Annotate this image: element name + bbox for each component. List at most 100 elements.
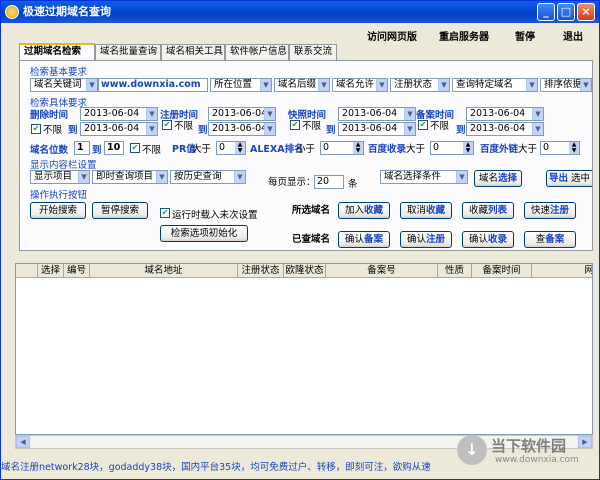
tab-batch-query[interactable]: 域名批量查询 <box>95 44 161 60</box>
chevron-down-icon: ▼ <box>318 79 329 91</box>
reg-time-from[interactable]: 2013-06-04 ▼ <box>208 107 276 121</box>
chevron-down-icon: ▼ <box>438 79 449 91</box>
baidu-index-compare: 大于 <box>406 144 426 155</box>
menu-visit-web[interactable]: 访问网页版 <box>367 28 417 43</box>
export-selected-button[interactable]: 导出 选中 <box>546 170 592 187</box>
menu-pause[interactable]: 暂停 <box>515 28 535 43</box>
section-display: 显示内容栏设置 <box>30 160 97 171</box>
keyword-type-select[interactable]: 域名关键词 ▼ <box>30 78 98 92</box>
snapshot-unlimited-checkbox[interactable]: ✔ <box>290 120 300 130</box>
reset-options-button[interactable]: 检索选项初始化 <box>160 225 248 242</box>
col-icp-time[interactable]: 备案时间 <box>472 264 532 278</box>
minimize-button[interactable]: _ <box>537 3 555 21</box>
watermark: ↓ 当下软件园 www.downxia.com <box>457 433 597 473</box>
watermark-url: www.downxia.com <box>495 455 579 465</box>
delete-unlimited-checkbox[interactable]: ✔ <box>31 124 41 134</box>
icp-time-from[interactable]: 2013-06-04 ▼ <box>466 107 544 121</box>
col-web[interactable]: 网 <box>532 264 592 278</box>
chevron-down-icon: ▼ <box>260 79 271 91</box>
menu-bar: 访问网页版 重启服务器 暂停 退出 <box>1 23 599 45</box>
pr-value-stepper[interactable]: 0 ▲ ▼ <box>216 141 246 155</box>
menu-restart-server[interactable]: 重启服务器 <box>439 28 489 43</box>
cancel-favorite-button[interactable]: 取消收藏 <box>400 202 452 219</box>
search-panel: 检索基本要求 域名关键词 ▼ www.downxia.com 所在位置 ▼ 域名后缀… <box>19 60 593 251</box>
autoload-label: 运行时载入未次设置 <box>172 210 258 221</box>
digits-from-input[interactable]: 1 <box>74 141 90 155</box>
domain-select-button[interactable]: 域名选择 <box>474 170 522 187</box>
scroll-left-icon[interactable]: ◀ <box>16 436 30 448</box>
alexa-value-stepper[interactable]: 0 ▲ ▼ <box>320 141 364 155</box>
baidu-index-stepper[interactable]: 0 ▲ ▼ <box>430 141 474 155</box>
suffix-select[interactable]: 域名后缀 ▼ <box>274 78 330 92</box>
chevron-down-icon: ▼ <box>532 123 543 135</box>
confirm-register-button[interactable]: 确认注册 <box>400 231 452 248</box>
query-type-select[interactable]: 查询特定域名 ▼ <box>452 78 538 92</box>
position-select[interactable]: 所在位置 ▼ <box>210 78 272 92</box>
digits-label: 域名位数 <box>30 145 69 156</box>
instant-items-select[interactable]: 即时查询项目 ▼ <box>92 170 168 184</box>
to-label: 到 <box>456 125 466 136</box>
quick-register-button[interactable]: 快速注册 <box>524 202 576 219</box>
app-window: 极速过期域名查询 _ □ × 访问网页版 重启服务器 暂停 退出 过期域名检索 … <box>0 0 600 480</box>
alexa-compare: 小于 <box>296 144 316 155</box>
history-select[interactable]: 按历史查询 ▼ <box>170 170 246 184</box>
allow-select[interactable]: 域名允许 ▼ <box>332 78 388 92</box>
tab-expired-search[interactable]: 过期域名检索 <box>19 43 95 60</box>
col-europe-status[interactable]: 欧隆状态 <box>284 264 326 278</box>
reg-status-select[interactable]: 注册状态 ▼ <box>390 78 450 92</box>
chevron-down-icon: ▼ <box>526 79 537 91</box>
chevron-down-icon: ▼ <box>78 171 89 183</box>
chevron-down-icon: ▼ <box>376 79 387 91</box>
section-actions: 操作执行按钮 <box>30 190 88 201</box>
chevron-down-icon: ▼ <box>404 108 415 120</box>
keyword-input[interactable]: www.downxia.com <box>98 78 208 92</box>
tab-account-info[interactable]: 软件帐户信息 <box>225 44 289 60</box>
header-cell <box>16 264 38 278</box>
select-condition-select[interactable]: 域名选择条件 ▼ <box>380 170 468 184</box>
maximize-button[interactable]: □ <box>557 3 575 21</box>
col-select[interactable]: 选择 <box>38 264 64 278</box>
menu-exit[interactable]: 退出 <box>563 28 583 43</box>
autoload-checkbox[interactable]: ✔ <box>160 208 170 218</box>
icp-time-to[interactable]: 2013-06-04 ▼ <box>466 122 544 136</box>
icp-unlimited-checkbox[interactable]: ✔ <box>418 120 428 130</box>
col-domain[interactable]: 域名地址 <box>90 264 238 278</box>
tab-contact[interactable]: 联系交流 <box>289 44 337 60</box>
col-icp-number[interactable]: 备案号 <box>326 264 438 278</box>
favorite-list-button[interactable]: 收藏列表 <box>462 202 514 219</box>
results-table[interactable]: 选择 编号 域名地址 注册状态 欧隆状态 备案号 性质 备案时间 网 <box>15 263 593 435</box>
show-items-select[interactable]: 显示项目 ▼ <box>30 170 90 184</box>
reg-unlimited-checkbox[interactable]: ✔ <box>162 120 172 130</box>
sort-select[interactable]: 排序依据 ▼ <box>540 78 592 92</box>
unlimited-label: 不限 <box>174 121 194 132</box>
col-nature[interactable]: 性质 <box>438 264 472 278</box>
to-label: 到 <box>198 125 208 136</box>
pause-search-button[interactable]: 暂停搜索 <box>92 202 148 219</box>
confirm-icp-button[interactable]: 确认备案 <box>338 231 390 248</box>
check-icp-button[interactable]: 查备案 <box>524 231 576 248</box>
snapshot-time-from[interactable]: 2013-06-04 ▼ <box>338 107 416 121</box>
app-icon <box>5 5 19 19</box>
chevron-down-icon: ▼ <box>156 171 167 183</box>
digits-to-input[interactable]: 10 <box>104 141 124 155</box>
unlimited-label: 不限 <box>43 125 63 136</box>
col-number[interactable]: 编号 <box>64 264 90 278</box>
reg-time-to[interactable]: 2013-06-04 ▼ <box>208 122 276 136</box>
col-reg-status[interactable]: 注册状态 <box>238 264 284 278</box>
delete-time-to[interactable]: 2013-06-04 ▼ <box>80 122 158 136</box>
confirm-indexed-button[interactable]: 确认收录 <box>462 231 514 248</box>
baidu-links-stepper[interactable]: 0 ▲ ▼ <box>540 141 580 155</box>
digits-unlimited-checkbox[interactable]: ✔ <box>130 143 140 153</box>
tab-domain-tools[interactable]: 域名相关工具 <box>161 44 225 60</box>
per-page-input[interactable]: 20 <box>314 175 344 189</box>
start-search-button[interactable]: 开始搜索 <box>30 202 86 219</box>
add-favorite-button[interactable]: 加入收藏 <box>338 202 390 219</box>
chevron-down-icon: ▼ <box>456 171 467 183</box>
selected-domains-label: 所选域名 <box>292 205 331 216</box>
per-page-label: 每页显示： <box>268 177 316 188</box>
snapshot-time-to[interactable]: 2013-06-04 ▼ <box>338 122 416 136</box>
chevron-down-icon: ▼ <box>264 108 275 120</box>
delete-time-from[interactable]: 2013-06-04 ▼ <box>80 107 158 121</box>
close-button[interactable]: × <box>577 3 595 21</box>
chevron-down-icon: ▼ <box>580 79 591 91</box>
